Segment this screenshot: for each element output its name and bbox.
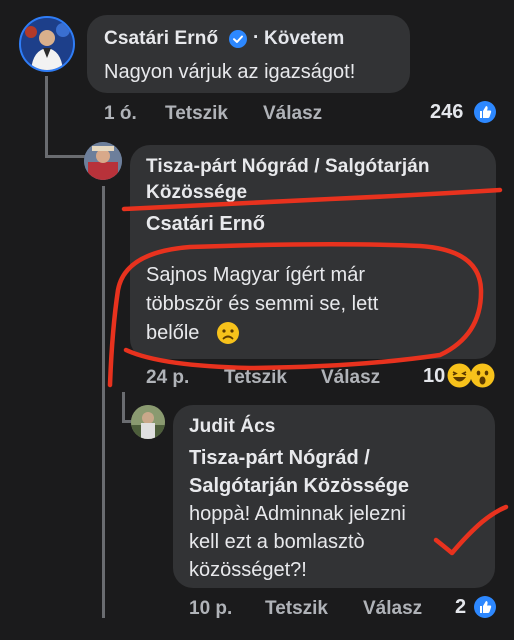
comment-mention[interactable]: Tisza-párt Nógrád / <box>189 444 370 472</box>
verified-badge-icon <box>229 30 247 48</box>
avatar[interactable] <box>19 16 75 72</box>
reply-button[interactable]: Válasz <box>321 367 380 389</box>
comment-text-line: hoppà! Adminnak jelezni <box>189 503 406 525</box>
thread-line-reply <box>102 186 105 618</box>
dot-separator: · <box>253 27 260 48</box>
laughing-emoji[interactable] <box>447 363 472 388</box>
comment-author[interactable]: Tisza-párt Nógrád / Salgótarján <box>146 156 430 178</box>
reply-button[interactable]: Válasz <box>363 598 422 620</box>
sad-face-emoji <box>216 321 240 345</box>
reaction-count[interactable]: 10 <box>423 365 445 388</box>
reply-button[interactable]: Válasz <box>263 103 322 125</box>
comment-mention-cont[interactable]: Salgótarján Közössége <box>189 472 409 500</box>
like-thumb-icon[interactable] <box>474 101 496 123</box>
comment-time[interactable]: 10 p. <box>189 598 232 620</box>
comment-author[interactable]: Judit Ács <box>189 416 275 438</box>
reaction-count[interactable]: 2 <box>455 596 466 619</box>
comment-time[interactable]: 1 ó. <box>104 103 137 125</box>
comment-author-cont[interactable]: Közössége <box>146 182 247 204</box>
comment-time[interactable]: 24 p. <box>146 367 189 389</box>
comment-text-line: belőle <box>146 322 200 344</box>
like-button[interactable]: Tetszik <box>165 103 228 125</box>
like-button[interactable]: Tetszik <box>265 598 328 620</box>
comment-text-line: Sajnos Magyar ígért már <box>146 264 365 286</box>
comment-text-line: többször és semmi se, lett <box>146 293 379 315</box>
comment-text-line: közösséget?! <box>189 559 307 581</box>
avatar[interactable] <box>131 405 165 439</box>
comment-text-line: kell ezt a bomlasztò <box>189 531 365 553</box>
wow-emoji[interactable] <box>470 363 495 388</box>
thread-line-nested <box>122 392 125 422</box>
comment-text: Nagyon várjuk az igazságot! <box>104 61 356 83</box>
comment-author[interactable]: Csatári Ernő <box>104 28 218 50</box>
thread-line-branch <box>45 155 87 158</box>
follow-link[interactable]: Követem <box>264 28 344 50</box>
reaction-count[interactable]: 246 <box>430 101 463 124</box>
avatar[interactable] <box>84 142 122 180</box>
like-button[interactable]: Tetszik <box>224 367 287 389</box>
comment-mention[interactable]: Csatári Ernő <box>146 210 265 238</box>
like-thumb-icon[interactable] <box>474 596 496 618</box>
thread-line-main <box>45 76 48 158</box>
